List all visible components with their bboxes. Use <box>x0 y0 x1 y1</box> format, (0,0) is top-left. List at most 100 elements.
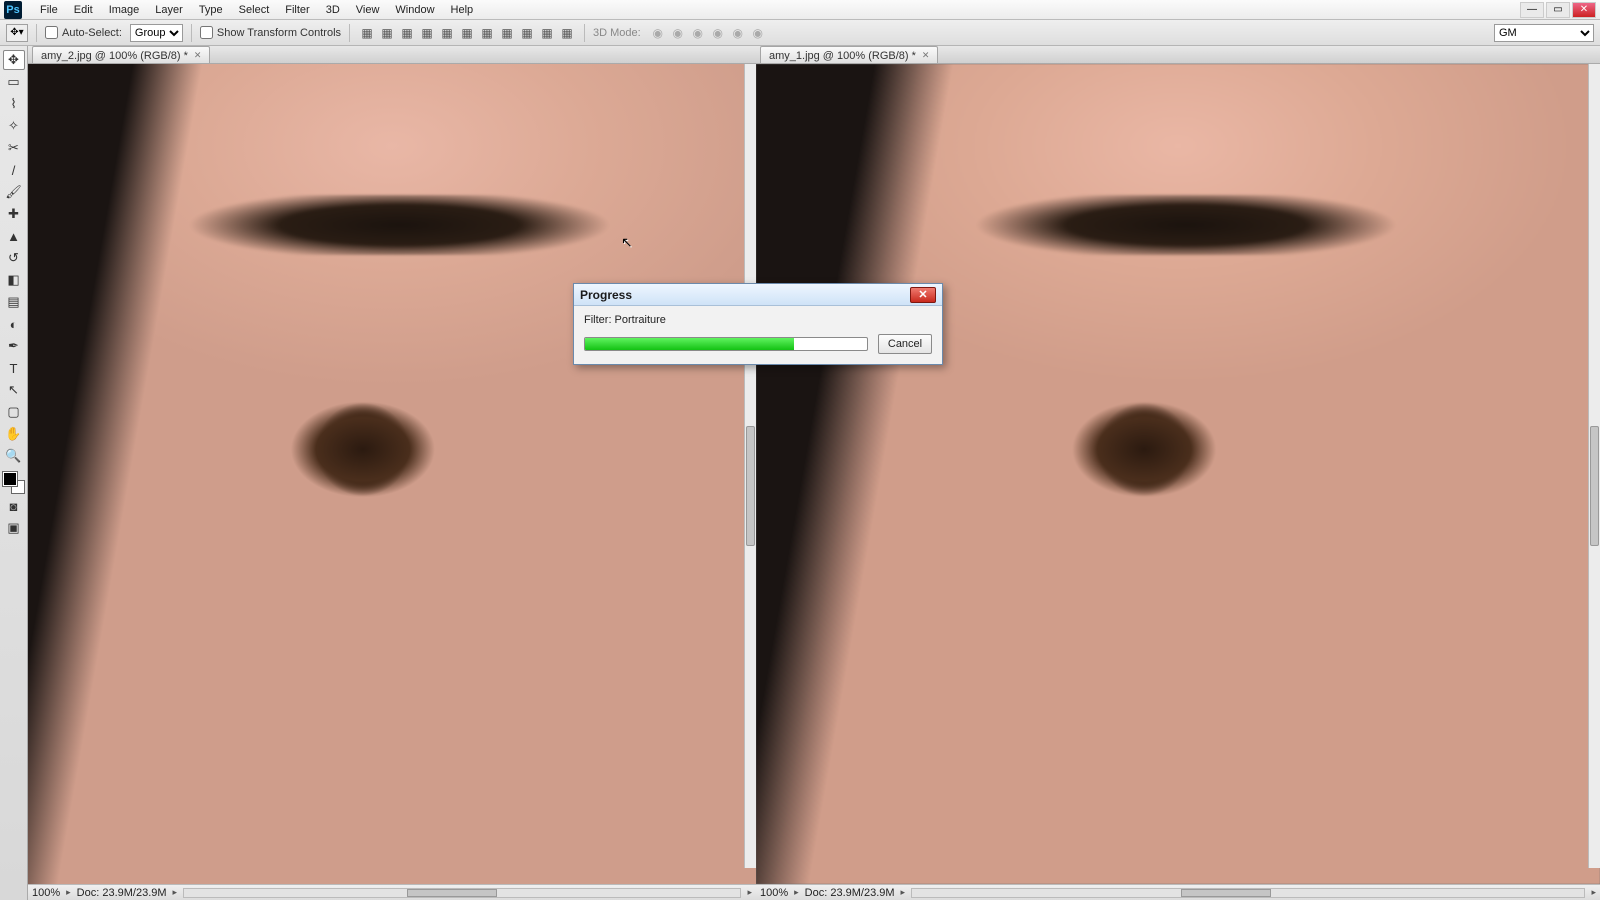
auto-align-icon[interactable]: ▦ <box>558 24 576 42</box>
maximize-button[interactable]: ▭ <box>1546 2 1570 18</box>
align-bottom-icon[interactable]: ▦ <box>458 24 476 42</box>
camera-icon[interactable]: ◉ <box>749 24 767 42</box>
distribute-spacing-icon[interactable]: ▦ <box>538 24 556 42</box>
vertical-scrollbar[interactable] <box>1588 64 1600 868</box>
scroll-right-icon[interactable]: ▸ <box>747 887 752 898</box>
progress-dialog: Progress ✕ Filter: Portraiture Cancel <box>573 283 943 365</box>
hand-tool-icon[interactable]: ✋ <box>3 424 25 444</box>
menu-window[interactable]: Window <box>387 2 442 18</box>
document-left: amy_2.jpg @ 100% (RGB/8) * ✕ ↖ 100% ▸ Do… <box>28 46 756 900</box>
menu-image[interactable]: Image <box>101 2 148 18</box>
menu-view[interactable]: View <box>348 2 388 18</box>
horizontal-scrollbar[interactable] <box>183 888 741 898</box>
quick-mask-icon[interactable]: ◙ <box>3 496 25 516</box>
mouse-cursor-icon: ↖ <box>621 234 633 251</box>
menu-type[interactable]: Type <box>191 2 231 18</box>
image-content <box>28 64 756 884</box>
vertical-scrollbar[interactable] <box>744 64 756 868</box>
auto-select-input[interactable] <box>45 26 58 39</box>
distribute-w-icon[interactable]: ▦ <box>518 24 536 42</box>
healing-brush-tool-icon[interactable]: ✚ <box>3 204 25 224</box>
dialog-titlebar[interactable]: Progress ✕ <box>574 284 942 306</box>
workspace-select[interactable]: GM <box>1494 24 1594 42</box>
document-tab[interactable]: amy_2.jpg @ 100% (RGB/8) * ✕ <box>32 46 210 63</box>
zoom-tool-icon[interactable]: 🔍 <box>3 446 25 466</box>
pan-icon[interactable]: ◉ <box>689 24 707 42</box>
separator <box>191 24 192 42</box>
scroll-thumb[interactable] <box>1181 889 1271 897</box>
zoom-menu-icon[interactable]: ▸ <box>794 887 799 898</box>
close-window-button[interactable]: ✕ <box>1572 2 1596 18</box>
menu-filter[interactable]: Filter <box>277 2 317 18</box>
zoom-menu-icon[interactable]: ▸ <box>66 887 71 898</box>
screen-mode-icon[interactable]: ▣ <box>3 518 25 538</box>
dialog-label: Filter: Portraiture <box>584 314 932 326</box>
gradient-tool-icon[interactable]: ▤ <box>3 292 25 312</box>
workspace: ✥▭⌇✧✂/🖌✚▲↺◧▤◐✒T↖▢✋🔍◙▣ amy_2.jpg @ 100% (… <box>0 46 1600 900</box>
pen-tool-icon[interactable]: ✒ <box>3 336 25 356</box>
brush-tool-icon[interactable]: 🖌 <box>3 182 25 202</box>
auto-select-mode-select[interactable]: Group <box>130 24 183 42</box>
menu-select[interactable]: Select <box>231 2 278 18</box>
minimize-button[interactable]: — <box>1520 2 1544 18</box>
auto-select-checkbox[interactable]: Auto-Select: <box>45 26 122 39</box>
menu-file[interactable]: File <box>32 2 66 18</box>
lasso-tool-icon[interactable]: ⌇ <box>3 94 25 114</box>
path-select-tool-icon[interactable]: ↖ <box>3 380 25 400</box>
roll-icon[interactable]: ◉ <box>669 24 687 42</box>
menu-edit[interactable]: Edit <box>66 2 101 18</box>
doc-size-info: Doc: 23.9M/23.9M <box>805 887 895 899</box>
menu-help[interactable]: Help <box>443 2 482 18</box>
document-tab-title: amy_2.jpg @ 100% (RGB/8) * <box>41 50 188 62</box>
eraser-tool-icon[interactable]: ◧ <box>3 270 25 290</box>
dodge-tool-icon[interactable]: ◐ <box>3 314 25 334</box>
history-brush-tool-icon[interactable]: ↺ <box>3 248 25 268</box>
mode3d-label: 3D Mode: <box>593 27 641 39</box>
document-tab[interactable]: amy_1.jpg @ 100% (RGB/8) * ✕ <box>760 46 938 63</box>
rect-marquee-tool-icon[interactable]: ▭ <box>3 72 25 92</box>
info-menu-icon[interactable]: ▸ <box>173 887 178 898</box>
current-tool-icon[interactable]: ✥▾ <box>6 24 28 42</box>
dialog-close-button[interactable]: ✕ <box>910 287 936 303</box>
distribute-h-icon[interactable]: ▦ <box>478 24 496 42</box>
crop-tool-icon[interactable]: ✂ <box>3 138 25 158</box>
scroll-right-icon[interactable]: ▸ <box>1591 887 1596 898</box>
slide-icon[interactable]: ◉ <box>709 24 727 42</box>
eyedropper-tool-icon[interactable]: / <box>3 160 25 180</box>
scroll-thumb[interactable] <box>407 889 497 897</box>
horizontal-scrollbar[interactable] <box>911 888 1585 898</box>
zoom3d-icon[interactable]: ◉ <box>729 24 747 42</box>
move-tool-icon[interactable]: ✥ <box>3 50 25 70</box>
app-logo: Ps <box>4 1 22 19</box>
scroll-thumb[interactable] <box>746 426 755 546</box>
cancel-button[interactable]: Cancel <box>878 334 932 354</box>
orbit-icon[interactable]: ◉ <box>649 24 667 42</box>
zoom-level[interactable]: 100% <box>760 887 788 899</box>
align-vcenter-icon[interactable]: ▦ <box>438 24 456 42</box>
close-icon[interactable]: ✕ <box>922 50 930 61</box>
magic-wand-tool-icon[interactable]: ✧ <box>3 116 25 136</box>
separator <box>36 24 37 42</box>
tool-palette: ✥▭⌇✧✂/🖌✚▲↺◧▤◐✒T↖▢✋🔍 ◙▣ <box>0 46 28 900</box>
color-swatches[interactable] <box>3 472 25 494</box>
show-transform-input[interactable] <box>200 26 213 39</box>
menu-layer[interactable]: Layer <box>147 2 191 18</box>
distribute-v-icon[interactable]: ▦ <box>498 24 516 42</box>
shape-tool-icon[interactable]: ▢ <box>3 402 25 422</box>
canvas[interactable] <box>756 64 1600 884</box>
close-icon[interactable]: ✕ <box>194 50 202 61</box>
show-transform-checkbox[interactable]: Show Transform Controls <box>200 26 341 39</box>
align-left-icon[interactable]: ▦ <box>358 24 376 42</box>
foreground-swatch[interactable] <box>3 472 17 486</box>
menu-3d[interactable]: 3D <box>318 2 348 18</box>
type-tool-icon[interactable]: T <box>3 358 25 378</box>
canvas[interactable] <box>28 64 756 884</box>
align-icons-group: ▦▦▦▦▦▦▦▦▦▦▦ <box>358 24 576 42</box>
info-menu-icon[interactable]: ▸ <box>901 887 906 898</box>
zoom-level[interactable]: 100% <box>32 887 60 899</box>
align-right-icon[interactable]: ▦ <box>398 24 416 42</box>
scroll-thumb[interactable] <box>1590 426 1599 546</box>
align-hcenter-icon[interactable]: ▦ <box>378 24 396 42</box>
clone-stamp-tool-icon[interactable]: ▲ <box>3 226 25 246</box>
align-top-icon[interactable]: ▦ <box>418 24 436 42</box>
